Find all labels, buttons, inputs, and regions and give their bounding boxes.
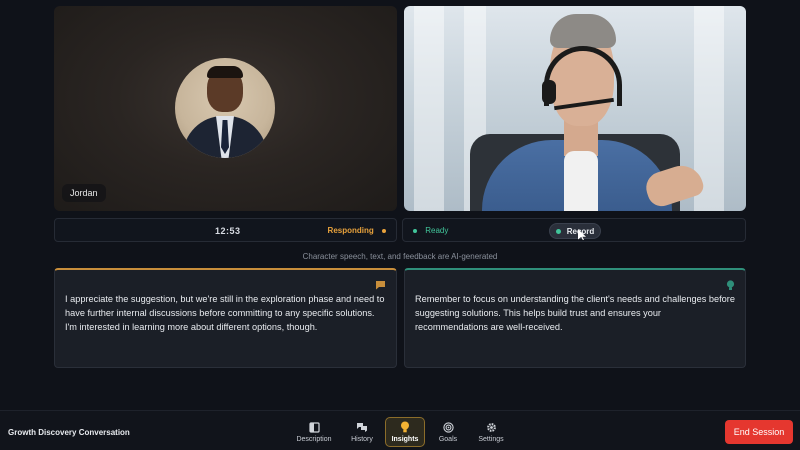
end-session-button[interactable]: End Session: [725, 420, 793, 444]
ai-message-text: I appreciate the suggestion, but we're s…: [65, 294, 385, 332]
bottom-toolbar: Growth Discovery Conversation Descriptio…: [0, 410, 800, 450]
lightbulb-icon: [401, 421, 409, 433]
chat-bubble-icon: [376, 281, 385, 290]
user-video-tile: [404, 6, 746, 211]
ai-disclaimer: Character speech, text, and feedback are…: [302, 252, 498, 261]
nav-history[interactable]: History: [342, 417, 382, 447]
user-status-label: Ready: [425, 226, 449, 235]
ai-status: Responding: [328, 226, 386, 235]
nav-insights-label: Insights: [391, 436, 419, 443]
user-status-bar: Ready Record: [402, 218, 746, 242]
gear-icon: [486, 422, 496, 432]
session-title: Growth Discovery Conversation: [8, 428, 130, 437]
responding-dot-icon: [382, 228, 386, 233]
ai-message-card: I appreciate the suggestion, but we're s…: [54, 268, 397, 368]
ready-dot-icon: [413, 228, 417, 233]
nav-insights[interactable]: Insights: [385, 417, 425, 447]
tip-text: Remember to focus on understanding the c…: [415, 294, 735, 332]
nav-goals[interactable]: Goals: [428, 417, 468, 447]
record-button[interactable]: Record: [549, 223, 601, 239]
lightbulb-icon: [726, 280, 735, 290]
ai-status-bar: 12:53 Responding: [54, 218, 397, 242]
description-icon: [308, 421, 320, 433]
nav-settings[interactable]: Settings: [471, 417, 511, 447]
nav-description[interactable]: Description: [294, 417, 334, 447]
ai-avatar: [175, 58, 275, 158]
nav-settings-label: Settings: [478, 435, 504, 443]
nav-description-label: Description: [296, 435, 332, 443]
record-dot-icon: [555, 228, 561, 234]
session-timer: 12:53: [215, 226, 241, 236]
nav-history-label: History: [351, 435, 373, 443]
ai-name-tag: Jordan: [62, 184, 106, 202]
ai-video-tile: Jordan: [54, 6, 397, 211]
tip-card: Remember to focus on understanding the c…: [404, 268, 746, 368]
history-icon: [357, 422, 367, 432]
ai-status-label: Responding: [327, 226, 374, 235]
target-icon: [442, 421, 454, 433]
user-status: Ready: [413, 226, 448, 235]
nav-goals-label: Goals: [438, 435, 458, 443]
